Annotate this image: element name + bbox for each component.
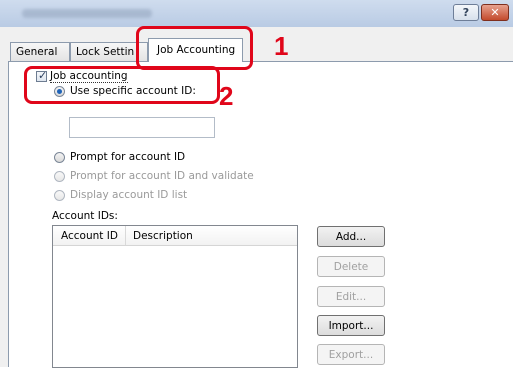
tab-job-accounting[interactable]: Job Accounting: [148, 38, 243, 62]
close-button[interactable]: ✕: [481, 4, 509, 21]
prompt-validate-radio[interactable]: [54, 170, 65, 182]
tab-general[interactable]: General: [10, 42, 70, 61]
account-id-list[interactable]: Account ID Description: [52, 225, 298, 368]
column-account-id[interactable]: Account ID: [61, 230, 118, 242]
column-divider: [125, 226, 126, 245]
account-id-input[interactable]: [69, 117, 215, 138]
add-button[interactable]: Add...: [317, 226, 385, 247]
callout-number-1: 1: [274, 31, 289, 61]
job-accounting-panel: ✓ Job accounting Use specific account ID…: [8, 61, 513, 368]
callout-box-2: [24, 66, 220, 104]
prompt-label: Prompt for account ID: [70, 151, 186, 163]
edit-button[interactable]: Edit...: [317, 286, 385, 307]
export-button[interactable]: Export...: [317, 344, 385, 365]
prompt-validate-radio-row[interactable]: Prompt for account ID and validate: [54, 170, 254, 182]
display-list-label: Display account ID list: [70, 189, 188, 201]
prompt-radio-row[interactable]: Prompt for account ID: [54, 151, 185, 163]
prompt-validate-label: Prompt for account ID and validate: [70, 170, 254, 182]
account-ids-label: Account IDs:: [52, 210, 118, 222]
display-list-radio[interactable]: [54, 189, 65, 201]
import-button[interactable]: Import...: [317, 315, 385, 336]
blurred-title: [22, 9, 152, 18]
delete-button[interactable]: Delete: [317, 256, 385, 277]
list-header: Account ID Description: [53, 226, 297, 246]
callout-number-2: 2: [219, 81, 234, 111]
title-bar: ? ✕: [0, 0, 513, 28]
display-list-radio-row[interactable]: Display account ID list: [54, 189, 187, 201]
dialog-window: ? ✕ General Lock Settin Job Accounting ✓…: [0, 0, 513, 368]
column-description[interactable]: Description: [133, 230, 193, 242]
help-button[interactable]: ?: [453, 4, 479, 21]
prompt-radio[interactable]: [54, 151, 65, 163]
